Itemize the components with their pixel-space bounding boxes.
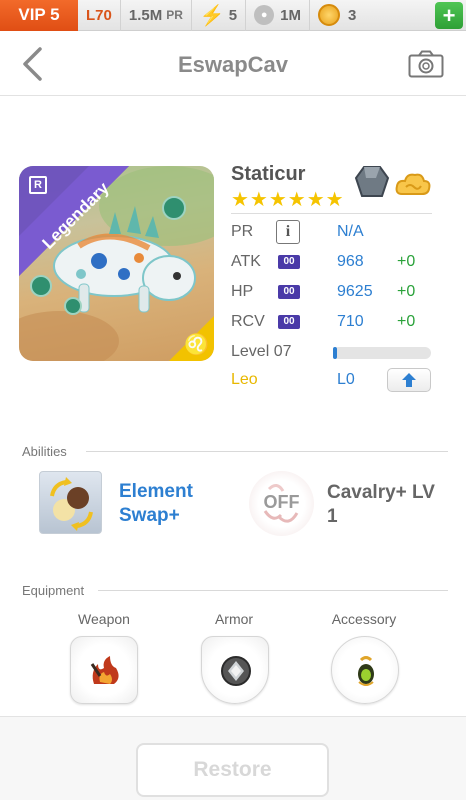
cloud-type-icon <box>395 173 431 195</box>
zodiac-sign-label: Leo <box>231 371 258 388</box>
coin-counter[interactable]: 3 <box>310 0 364 31</box>
status-bar: VIP 5 L70 1.5M PR ⚡ 5 ● 1M 3 + <box>0 0 466 31</box>
page-header: EswapCav <box>0 32 466 96</box>
pr-row: PR i N/A <box>231 220 441 244</box>
star-rating: ★★★★★★ <box>231 189 345 211</box>
coin-value: 3 <box>347 6 357 24</box>
hp-bonus: +0 <box>397 283 416 300</box>
zodiac-upgrade-button[interactable] <box>387 368 431 392</box>
level-row: Level 07 <box>231 340 441 364</box>
atk-value: 968 <box>337 253 364 270</box>
page-title: EswapCav <box>177 52 289 77</box>
armor-slot[interactable] <box>201 636 269 704</box>
abilities-divider <box>86 451 448 452</box>
coin-icon <box>317 4 340 26</box>
zodiac-level: L0 <box>337 371 355 388</box>
power-value: 1.5M <box>128 6 163 24</box>
accessory-slot[interactable] <box>331 636 399 704</box>
accessory-label: Accessory <box>331 611 397 627</box>
pr-value: N/A <box>337 223 364 240</box>
lightning-icon: ⚡ <box>199 4 225 27</box>
cavalry-passive-icon[interactable]: OFF <box>249 471 314 536</box>
atk-row: ATK 00 968 +0 <box>231 250 441 274</box>
rcv-value: 710 <box>337 313 364 330</box>
passive-off-label: OFF <box>263 492 300 512</box>
rcv-boost-badge: 00 <box>278 315 300 329</box>
arrow-up-icon <box>402 373 416 387</box>
vip-badge[interactable]: VIP 5 <box>0 0 78 31</box>
rcv-label: RCV <box>231 313 265 330</box>
stats-divider <box>231 213 432 214</box>
level-label: L70 <box>86 6 112 24</box>
atk-bonus: +0 <box>397 253 416 270</box>
abilities-heading: Abilities <box>22 444 67 459</box>
energy-value: 5 <box>228 6 238 24</box>
rcv-row: RCV 00 710 +0 <box>231 310 441 334</box>
active-ability-name[interactable]: Element Swap+ <box>119 480 229 528</box>
energy-counter[interactable]: ⚡ 5 <box>192 0 247 31</box>
player-level: L70 <box>78 0 121 31</box>
flame-weapon-icon <box>90 656 119 684</box>
level-label: Level 07 <box>231 343 292 360</box>
rarity-badge-icon: R <box>29 176 47 194</box>
crystal-armor-icon <box>221 656 251 686</box>
power-unit: PR <box>166 8 183 22</box>
familiar-name: Staticur <box>231 163 306 185</box>
atk-boost-badge: 00 <box>278 255 300 269</box>
passive-ability-name: Cavalry+ LV 1 <box>327 482 435 527</box>
hp-row: HP 00 9625 +0 <box>231 280 441 304</box>
atk-label: ATK <box>231 253 261 270</box>
restore-button[interactable]: Restore <box>136 743 329 797</box>
paw-icon: ● <box>254 5 275 25</box>
weapon-label: Weapon <box>78 611 130 627</box>
hp-boost-badge: 00 <box>278 285 300 299</box>
weapon-slot[interactable] <box>70 636 138 704</box>
equipment-heading: Equipment <box>22 583 85 598</box>
camera-icon[interactable] <box>408 50 444 78</box>
food-value: 1M <box>280 6 301 24</box>
xp-progress-fill <box>333 347 337 359</box>
amulet-accessory-icon <box>358 656 374 686</box>
power-rating: 1.5M PR <box>121 0 192 31</box>
footer-bar: Restore <box>0 716 466 800</box>
hp-label: HP <box>231 283 254 300</box>
armor-label: Armor <box>214 611 254 627</box>
rcv-bonus: +0 <box>397 313 416 330</box>
zodiac-icon: ♌ <box>184 334 209 356</box>
pr-label: PR <box>231 223 254 240</box>
xp-progress-bar <box>333 347 431 359</box>
element-swap-ability-icon[interactable] <box>39 471 102 534</box>
hp-value: 9625 <box>337 283 373 300</box>
add-currency-button[interactable]: + <box>435 2 463 29</box>
zodiac-row: Leo L0 <box>231 368 441 392</box>
info-icon[interactable]: i <box>276 220 300 244</box>
equipment-divider <box>98 590 448 591</box>
food-counter[interactable]: ● 1M <box>246 0 310 31</box>
metal-element-icon <box>354 166 390 197</box>
familiar-portrait[interactable]: Legendary R ♌ <box>19 166 214 361</box>
